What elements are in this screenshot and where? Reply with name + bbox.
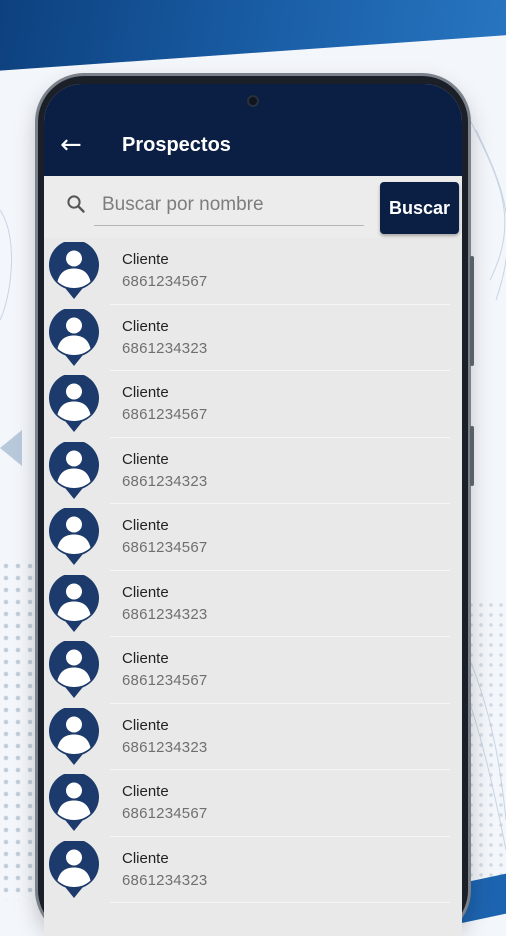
prospect-phone: 6861234567 [122,539,208,556]
user-location-icon [49,375,99,432]
search-input[interactable] [100,186,366,224]
prospect-phone: 6861234567 [122,273,208,290]
prospect-name: Cliente [122,450,169,468]
phone-frame: ← Prospectos Buscar Cliente 6861234567 [38,76,474,936]
prospect-list-item[interactable]: Cliente 6861234567 [44,637,462,704]
prospect-phone: 6861234567 [122,406,208,423]
volume-button [470,256,474,366]
prospect-list-item[interactable]: Cliente 6861234323 [44,837,462,903]
arrow-left-icon[interactable]: ← [44,132,112,158]
prospect-name: Cliente [122,583,169,601]
user-location-icon [49,574,99,632]
user-location-icon [49,441,99,499]
prospect-name: Cliente [122,317,169,335]
prospect-phone: 6861234567 [122,672,208,689]
search-field [62,182,366,226]
prospect-phone: 6861234323 [122,738,208,756]
power-button [470,426,474,486]
user-location-icon [49,840,99,898]
search-button[interactable]: Buscar [380,182,459,234]
prospect-list-item[interactable]: Cliente 6861234323 [44,438,462,504]
user-location-icon [49,707,99,765]
prospect-name: Cliente [122,849,169,867]
user-location-icon [49,641,99,698]
prospect-phone: 6861234323 [122,339,208,357]
prospect-list-item[interactable]: Cliente 6861234567 [44,770,462,837]
background-arrow-shape [0,430,22,466]
status-bar [44,84,462,114]
prospect-list-item[interactable]: Cliente 6861234567 [44,238,462,305]
user-location-icon [49,508,99,565]
user-location-icon [49,242,99,299]
prospect-phone: 6861234323 [122,605,208,623]
prospect-list-item[interactable]: Cliente 6861234323 [44,704,462,770]
prospect-name: Cliente [122,716,169,734]
prospect-name: Cliente [122,650,169,667]
prospect-phone: 6861234567 [122,805,208,822]
page-title: Prospectos [122,133,231,156]
background-dot-pattern-right [466,600,506,880]
front-camera [247,95,259,107]
prospect-name: Cliente [122,384,169,401]
app-bar: ← Prospectos [44,114,462,176]
prospect-phone: 6861234323 [122,871,208,889]
prospect-phone: 6861234323 [122,472,208,490]
prospect-list-item[interactable]: Cliente 6861234567 [44,371,462,438]
prospect-name: Cliente [122,517,169,534]
user-location-icon [49,308,99,366]
app-screen: ← Prospectos Buscar Cliente 6861234567 [44,84,462,936]
prospect-list-item[interactable]: Cliente 6861234323 [44,571,462,637]
search-icon [67,195,85,213]
prospect-list: Cliente 6861234567 Cliente 6861234323 Cl… [44,238,462,903]
prospect-list-item[interactable]: Cliente 6861234567 [44,504,462,571]
search-bar: Buscar [44,176,462,238]
user-location-icon [49,774,99,831]
prospect-name: Cliente [122,783,169,800]
prospect-list-item[interactable]: Cliente 6861234323 [44,305,462,371]
search-underline [94,225,364,226]
prospect-name: Cliente [122,251,169,268]
list-divider [110,902,450,903]
